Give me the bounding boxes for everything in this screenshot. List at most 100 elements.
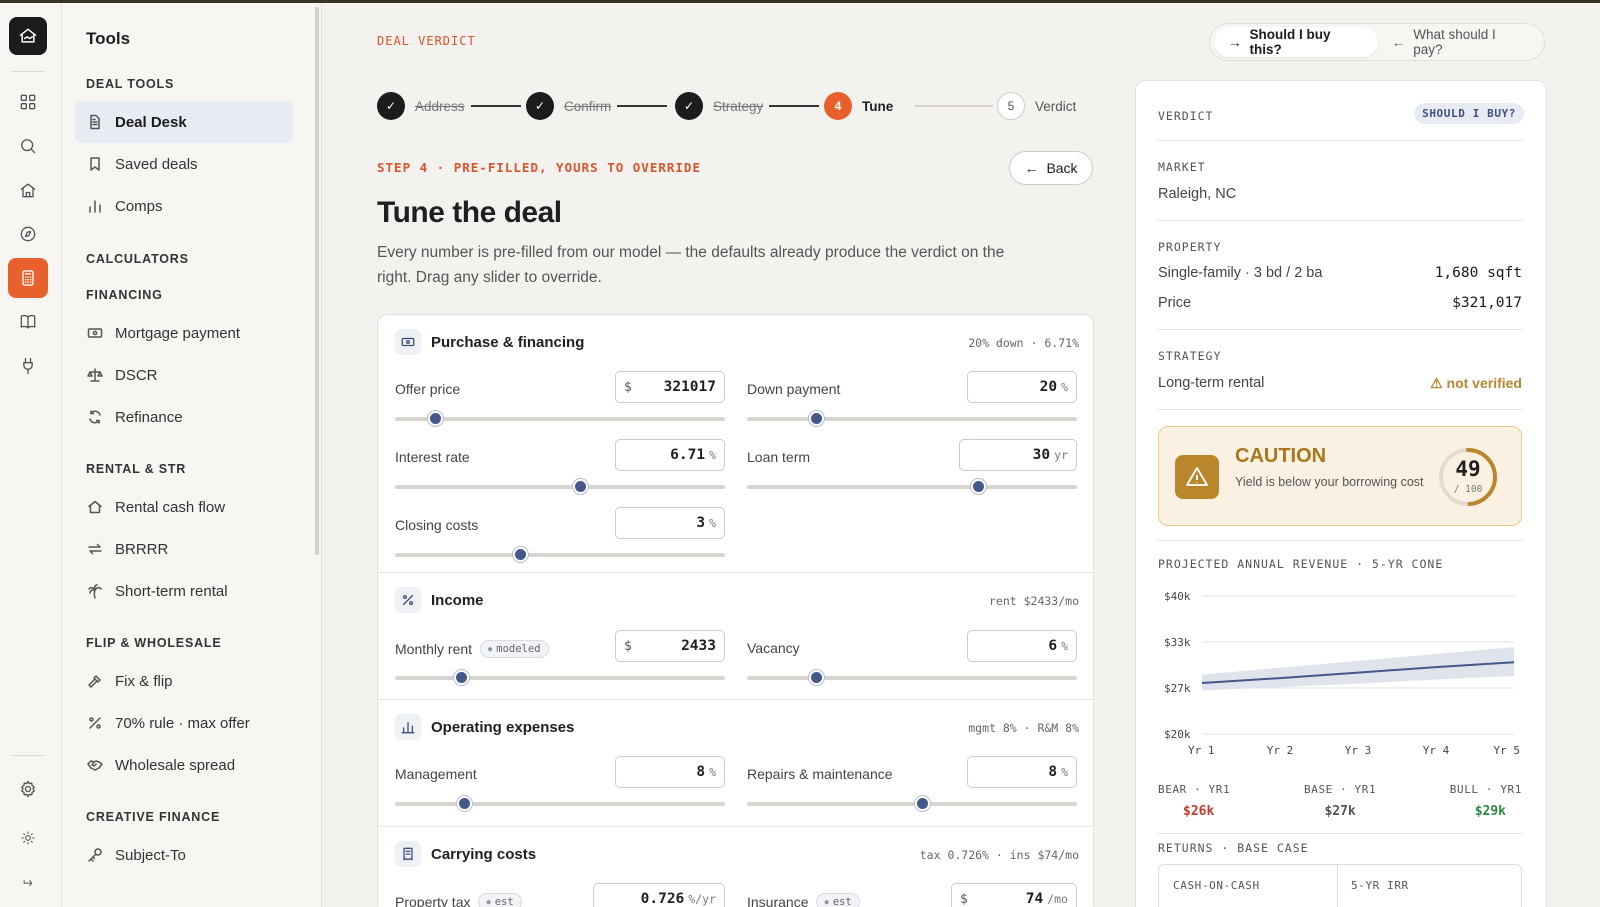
revenue-label: PROJECTED ANNUAL REVENUE · 5-YR CONE (1158, 557, 1444, 571)
step-address[interactable]: ✓ Address (377, 91, 521, 121)
score-max: / 100 (1453, 484, 1483, 495)
toggle-should-i-buy[interactable]: → Should I buy this? (1214, 27, 1378, 57)
sidebar-item-short-term-rental[interactable]: Short-term rental (75, 570, 293, 612)
group-title: Purchase & financing (431, 333, 585, 351)
repairs-slider[interactable] (747, 796, 1077, 811)
back-button[interactable]: ← Back (1009, 151, 1093, 185)
calculator-icon[interactable] (8, 258, 48, 298)
slider-thumb[interactable] (427, 411, 443, 426)
offer-price-input[interactable]: $321017 (615, 371, 725, 403)
rail-divider-bottom (12, 755, 44, 756)
loan-term-input[interactable]: 30 yr (959, 439, 1077, 471)
warning-icon: ⚠ (1430, 375, 1447, 391)
rail-divider (12, 71, 44, 72)
loan-term-slider[interactable] (747, 479, 1077, 494)
page-description: Every number is pre-filled from our mode… (377, 244, 1005, 286)
offer-price-field: Offer price $321017 (395, 371, 725, 431)
closing-costs-slider[interactable] (395, 547, 725, 562)
sidebar-item-subject-to[interactable]: Subject-To (75, 834, 293, 876)
management-slider[interactable] (395, 796, 725, 811)
monthly-rent-input[interactable]: $2433 (615, 630, 725, 662)
house-icon[interactable] (8, 170, 48, 210)
logout-icon[interactable] (8, 862, 48, 902)
home-logo-icon[interactable] (9, 17, 47, 55)
down-payment-slider[interactable] (747, 411, 1077, 426)
offer-price-slider[interactable] (395, 411, 725, 426)
sidebar-item-wholesale-spread[interactable]: Wholesale spread (75, 744, 293, 786)
grid-icon[interactable] (8, 82, 48, 122)
returns-table: CASH-ON-CASH 5-YR IRR (1158, 864, 1522, 907)
section-rental-str: RENTAL & STR (86, 462, 187, 476)
sidebar-item-rental-cash-flow[interactable]: Rental cash flow (75, 486, 293, 528)
page-title: Tune the deal (377, 196, 562, 229)
group-carrying-costs: Carrying costs tax 0.726% · ins $74/mo P… (378, 827, 1093, 907)
repeat-arrows-icon (88, 543, 102, 555)
tools-title: Tools (86, 29, 131, 48)
compass-icon[interactable] (8, 214, 48, 254)
search-icon[interactable] (8, 126, 48, 166)
sidebar-scrollbar[interactable] (315, 7, 319, 555)
revenue-cone-chart: $40k $33k $27k $20k Yr 1 Yr 2 Yr 3 Yr 4 Yr 5 (1164, 590, 1521, 757)
verdict-panel: VERDICT SHOULD I BUY? MARKET Raleigh, NC… (1135, 80, 1547, 907)
slider-thumb[interactable] (809, 670, 825, 685)
sidebar-item-refinance[interactable]: Refinance (75, 396, 293, 438)
sidebar-item-mortgage-payment[interactable]: Mortgage payment (75, 312, 293, 354)
slider-thumb[interactable] (914, 796, 930, 811)
step-tune[interactable]: 4 Tune (824, 91, 994, 121)
gear-icon[interactable] (8, 769, 48, 809)
y-tick-label: $40k (1164, 590, 1191, 603)
vacancy-slider[interactable] (747, 670, 1077, 685)
refresh-icon (89, 410, 101, 424)
sidebar-item-fix-flip[interactable]: Fix & flip (75, 660, 293, 702)
insurance-input[interactable]: $74/mo (951, 883, 1077, 907)
arrow-left-icon: ← (1391, 34, 1406, 50)
slider-thumb[interactable] (454, 670, 469, 685)
strategy-status: ⚠ not verified (1430, 375, 1522, 391)
percent-icon (395, 587, 421, 613)
main-content: DEAL VERDICT → Should I buy this? ← What s… (323, 3, 1600, 907)
monthly-rent-field: Monthly rentmodeled $2433 (395, 630, 725, 690)
sidebar-item-70-rule[interactable]: 70% rule · max offer (75, 702, 293, 744)
x-tick-label: Yr 5 (1494, 744, 1521, 757)
down-payment-field: Down payment 20% (747, 371, 1077, 431)
step-verdict[interactable]: 5 Verdict (997, 91, 1076, 121)
management-field: Management 8% (395, 756, 725, 816)
slider-thumb[interactable] (971, 479, 986, 494)
repairs-input[interactable]: 8% (967, 756, 1077, 788)
sidebar-item-saved-deals[interactable]: Saved deals (75, 143, 293, 185)
group-summary: 20% down · 6.71% (968, 336, 1079, 350)
arrow-right-icon: → (1228, 34, 1242, 50)
slider-thumb[interactable] (513, 547, 529, 562)
toggle-what-should-i-pay[interactable]: ← What should I pay? (1378, 27, 1540, 57)
property-tax-input[interactable]: 0.726 %/yr (593, 883, 725, 907)
vacancy-input[interactable]: 6% (967, 630, 1077, 662)
plug-icon[interactable] (8, 346, 48, 386)
slider-thumb[interactable] (809, 411, 825, 426)
interest-rate-input[interactable]: 6.71% (615, 439, 725, 471)
management-input[interactable]: 8% (615, 756, 725, 788)
monthly-rent-slider[interactable] (395, 670, 725, 685)
warning-icon (1175, 455, 1219, 499)
divider (1158, 540, 1522, 541)
step-confirm[interactable]: ✓ Confirm (526, 91, 668, 121)
interest-rate-slider[interactable] (395, 479, 725, 494)
sidebar-item-dscr[interactable]: DSCR (75, 354, 293, 396)
slider-thumb[interactable] (572, 479, 588, 494)
down-payment-input[interactable]: 20% (967, 371, 1077, 403)
slider-thumb[interactable] (457, 796, 473, 811)
group-summary: tax 0.726% · ins $74/mo (919, 848, 1079, 862)
loan-term-field: Loan term 30 yr (747, 439, 1077, 499)
step-strategy[interactable]: ✓ Strategy (675, 91, 820, 121)
arrow-left-icon: ← (1024, 160, 1039, 176)
closing-costs-input[interactable]: 3% (615, 507, 725, 539)
case-bull: BULL · YR1 $29k (1449, 783, 1522, 819)
sun-icon[interactable] (8, 818, 48, 858)
book-icon[interactable] (8, 302, 48, 342)
group-title: Carrying costs (431, 845, 537, 863)
sidebar-item-deal-desk[interactable]: Deal Desk (75, 101, 293, 143)
step-subheading: STEP 4 · PRE-FILLED, YOURS TO OVERRIDE (377, 160, 701, 175)
sidebar-item-brrrr[interactable]: BRRRR (75, 528, 293, 570)
sidebar-item-comps[interactable]: Comps (75, 185, 293, 227)
palm-tree-icon (88, 584, 102, 599)
document-icon (90, 114, 100, 130)
